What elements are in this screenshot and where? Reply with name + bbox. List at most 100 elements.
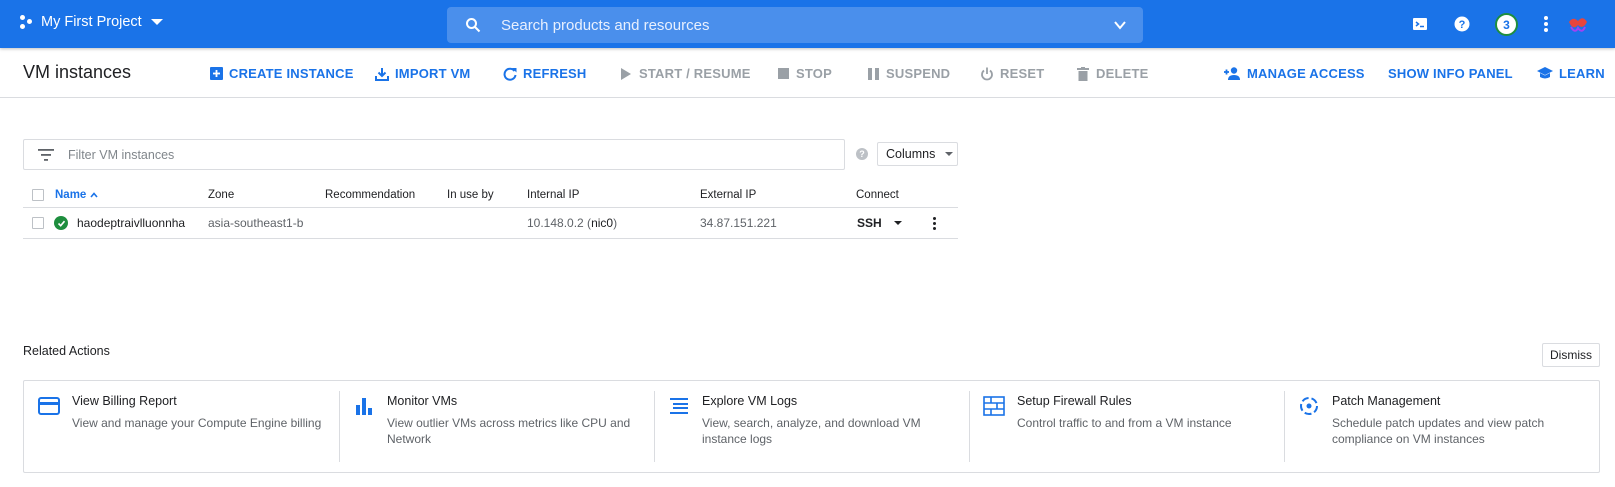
status-running-icon — [54, 208, 68, 238]
delete-button[interactable]: DELETE — [1076, 66, 1148, 81]
instance-internal-ip: 10.148.0.2 (nic0) — [527, 216, 618, 230]
chevron-down-icon — [150, 19, 163, 25]
column-header-internal-ip[interactable]: Internal IP — [527, 182, 579, 207]
create-instance-label: CREATE INSTANCE — [229, 66, 354, 81]
action-description: View, search, analyze, and download VM i… — [702, 416, 921, 446]
suspend-label: SUSPEND — [886, 66, 951, 81]
ssh-dropdown-icon[interactable] — [894, 208, 902, 238]
reset-label: RESET — [1000, 66, 1045, 81]
table-header: Name Zone Recommendation In use by Inter… — [23, 182, 958, 208]
action-title: Patch Management — [1332, 394, 1441, 408]
stop-label: STOP — [796, 66, 832, 81]
action-title: Explore VM Logs — [702, 394, 798, 408]
patch-icon — [1300, 397, 1318, 415]
more-vert-icon[interactable] — [1544, 16, 1548, 32]
related-actions-panel: View Billing Report View and manage your… — [23, 380, 1600, 473]
person-add-icon — [1224, 67, 1241, 81]
power-icon — [980, 67, 994, 81]
column-header-name-label: Name — [55, 188, 87, 201]
show-info-panel-button[interactable]: SHOW INFO PANEL — [1388, 66, 1513, 81]
page-title: VM instances — [23, 62, 132, 82]
download-icon — [375, 67, 389, 81]
stop-icon — [776, 67, 790, 81]
table-row: haodeptraivlluonnha asia-southeast1-b 10… — [23, 208, 958, 239]
show-info-panel-label: SHOW INFO PANEL — [1388, 66, 1513, 81]
instance-zone: asia-southeast1-b — [208, 216, 304, 230]
column-header-connect: Connect — [856, 188, 899, 201]
project-name: My First Project — [41, 14, 142, 30]
action-card-monitor[interactable]: Monitor VMs View outlier VMs across metr… — [339, 381, 654, 472]
manage-access-label: MANAGE ACCESS — [1247, 66, 1365, 81]
project-selector[interactable]: My First Project — [20, 14, 163, 30]
manage-access-button[interactable]: MANAGE ACCESS — [1224, 66, 1365, 81]
play-icon — [619, 67, 633, 81]
related-actions-title: Related Actions — [23, 344, 110, 358]
row-checkbox[interactable] — [32, 208, 44, 238]
top-app-bar: My First Project Search products and res… — [0, 0, 1615, 48]
sort-ascending-icon — [90, 191, 98, 198]
bar-chart-icon — [356, 398, 372, 415]
dismiss-button[interactable]: Dismiss — [1542, 343, 1600, 367]
filter-list-icon — [38, 148, 54, 161]
learn-button[interactable]: LEARN — [1537, 66, 1605, 81]
action-card-logs[interactable]: Explore VM Logs View, search, analyze, a… — [654, 381, 969, 472]
search-input[interactable]: Search products and resources — [501, 17, 709, 34]
action-description: Control traffic to and from a VM instanc… — [1017, 416, 1232, 430]
pause-icon — [866, 67, 880, 81]
refresh-label: REFRESH — [523, 66, 587, 81]
import-vm-button[interactable]: IMPORT VM — [375, 66, 470, 81]
start-resume-button[interactable]: START / RESUME — [619, 66, 751, 81]
start-resume-label: START / RESUME — [639, 66, 751, 81]
avatar[interactable] — [1565, 12, 1591, 38]
reset-button[interactable]: RESET — [980, 66, 1044, 81]
internal-ip-value: 10.148.0.2 — [527, 216, 584, 230]
suspend-button[interactable]: SUSPEND — [866, 66, 950, 81]
school-icon — [1537, 67, 1553, 81]
refresh-icon — [503, 67, 517, 81]
firewall-icon — [983, 396, 1005, 416]
filter-input[interactable]: Filter VM instances — [68, 148, 174, 162]
filter-help-icon[interactable]: ? — [856, 148, 868, 160]
delete-label: DELETE — [1096, 66, 1149, 81]
select-all-checkbox[interactable] — [32, 182, 44, 207]
refresh-button[interactable]: REFRESH — [503, 66, 587, 81]
action-description: Schedule patch updates and view patch co… — [1332, 416, 1545, 446]
logs-icon — [670, 398, 688, 414]
instance-name-link[interactable]: haodeptraivlluonnha — [77, 208, 185, 238]
action-card-patch[interactable]: Patch Management Schedule patch updates … — [1284, 381, 1599, 472]
action-description: View and manage your Compute Engine bill… — [72, 416, 322, 430]
internal-nic-link[interactable]: nic0 — [591, 216, 613, 230]
ssh-label: SSH — [857, 216, 882, 230]
column-header-zone[interactable]: Zone — [208, 182, 234, 207]
action-card-firewall[interactable]: Setup Firewall Rules Control traffic to … — [969, 381, 1284, 472]
column-header-external-ip[interactable]: External IP — [700, 182, 756, 207]
action-card-billing[interactable]: View Billing Report View and manage your… — [24, 381, 339, 472]
action-title: Monitor VMs — [387, 394, 458, 408]
cloud-shell-icon[interactable] — [1410, 14, 1430, 34]
credit-card-icon — [38, 397, 60, 415]
svg-text:?: ? — [1459, 19, 1466, 31]
columns-button[interactable]: Columns — [877, 142, 958, 166]
create-instance-button[interactable]: CREATE INSTANCE — [209, 66, 354, 81]
instance-external-ip: 34.87.151.221 — [700, 216, 777, 230]
search-icon — [466, 18, 481, 33]
row-more-vert-icon[interactable] — [933, 208, 936, 238]
columns-label: Columns — [886, 147, 936, 161]
column-header-in-use-by[interactable]: In use by — [447, 182, 494, 207]
trash-icon — [1076, 66, 1090, 81]
help-icon[interactable]: ? — [1452, 14, 1472, 34]
ssh-button[interactable]: SSH — [857, 208, 882, 238]
action-description: View outlier VMs across metrics like CPU… — [387, 416, 631, 446]
action-title: Setup Firewall Rules — [1017, 394, 1132, 408]
page-toolbar: VM instances CREATE INSTANCE IMPORT VM R… — [0, 48, 1615, 98]
column-header-recommendation[interactable]: Recommendation — [325, 182, 415, 207]
stop-button[interactable]: STOP — [776, 66, 832, 81]
project-icon — [20, 15, 34, 29]
chevron-down-icon[interactable] — [1113, 18, 1127, 32]
filter-bar[interactable]: Filter VM instances — [23, 139, 845, 170]
import-vm-label: IMPORT VM — [395, 66, 471, 81]
add-box-icon — [209, 67, 223, 81]
column-header-name[interactable]: Name — [55, 182, 99, 207]
search-bar[interactable]: Search products and resources — [447, 7, 1143, 43]
notifications-badge[interactable]: 3 — [1495, 13, 1518, 36]
